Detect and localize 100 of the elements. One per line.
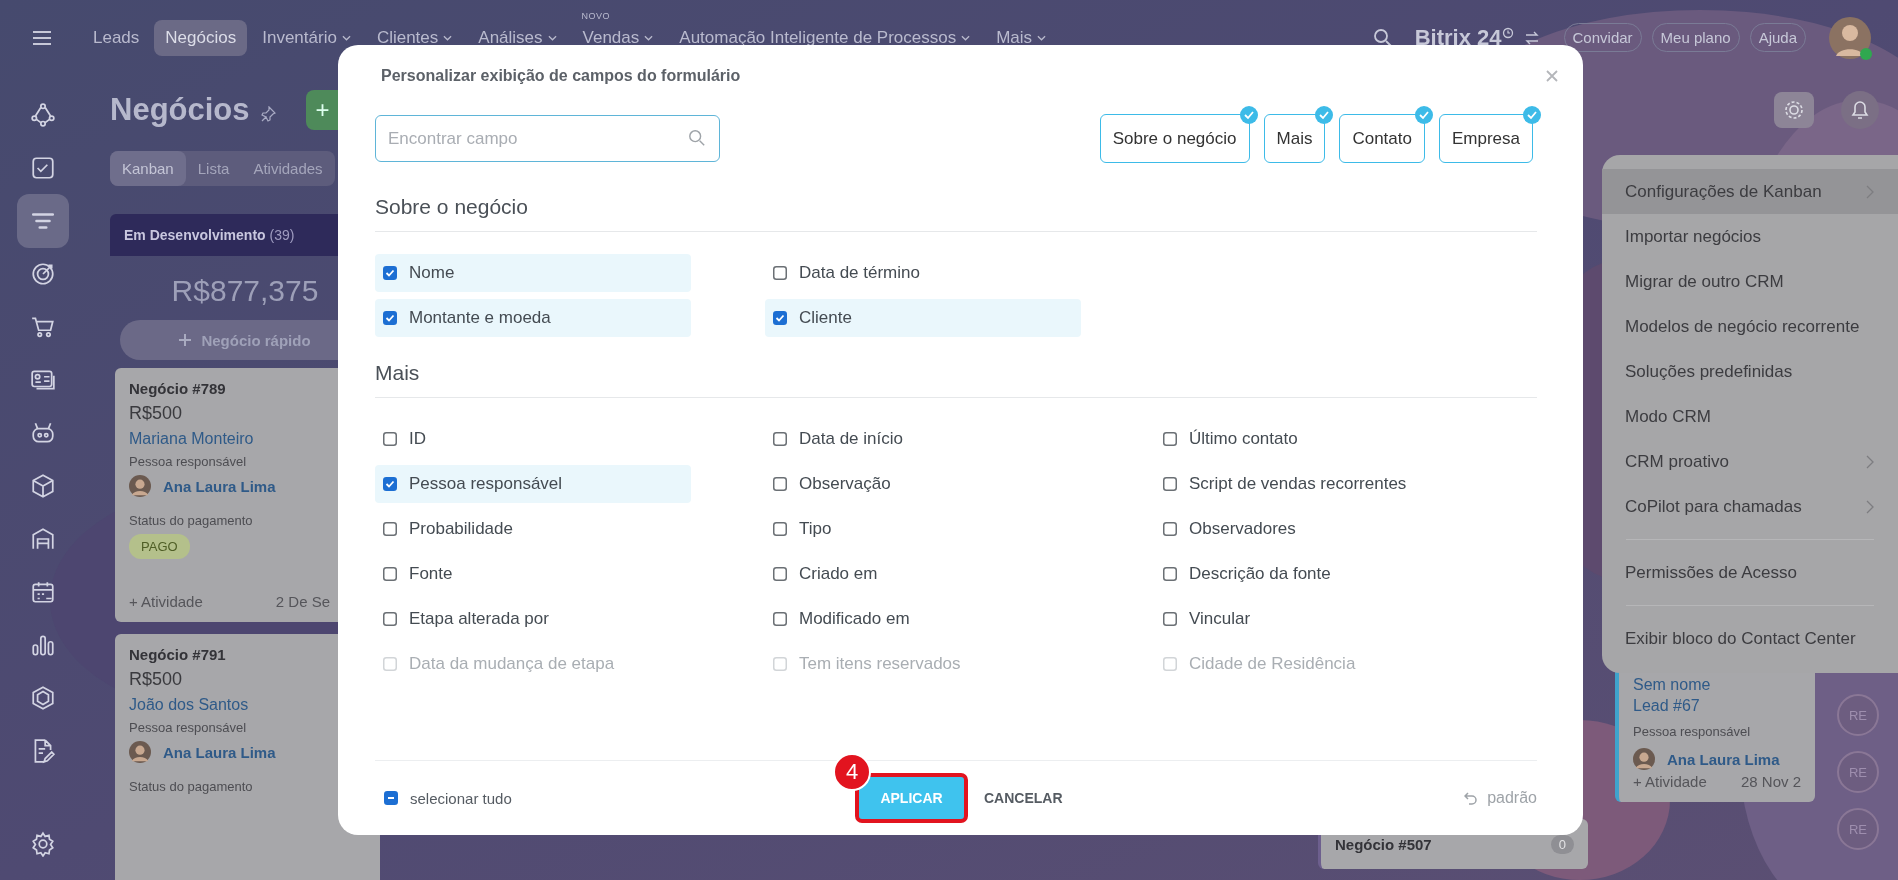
- field-option[interactable]: Data de início: [765, 420, 1081, 458]
- bell-icon[interactable]: [1840, 90, 1880, 130]
- checkbox[interactable]: [1163, 567, 1177, 581]
- person-link[interactable]: Ana Laura Lima: [163, 477, 276, 495]
- nav-item[interactable]: Leads: [82, 19, 151, 56]
- field-option[interactable]: Data de término: [765, 254, 1081, 292]
- add-activity-link[interactable]: + Atividade: [1633, 773, 1707, 790]
- card-icon: [29, 367, 56, 393]
- hexagon-icon: [29, 685, 56, 711]
- plus-icon: [179, 334, 192, 346]
- section-title: Sobre o negócio: [375, 195, 1537, 232]
- menu-item[interactable]: Modelos de negócio recorrente: [1602, 304, 1898, 349]
- menu-item[interactable]: CoPilot para chamadas: [1602, 484, 1898, 529]
- field-option[interactable]: Vincular: [1155, 600, 1471, 638]
- checkbox[interactable]: [773, 612, 787, 626]
- menu-item[interactable]: Modo CRM: [1602, 394, 1898, 439]
- field-option[interactable]: Último contato: [1155, 420, 1471, 458]
- cancel-button[interactable]: CANCELAR: [984, 786, 1063, 810]
- checkbox[interactable]: [773, 311, 787, 325]
- checkbox[interactable]: [383, 311, 397, 325]
- card-date: 28 Nov 2: [1740, 773, 1801, 790]
- lead-link[interactable]: Sem nome: [1633, 676, 1801, 694]
- field-label: Pessoa responsável: [129, 454, 248, 469]
- field-option[interactable]: Modificado em: [765, 600, 1081, 638]
- field-option[interactable]: Cliente: [765, 299, 1081, 337]
- checkbox[interactable]: [773, 567, 787, 581]
- section-chip[interactable]: Empresa: [1438, 114, 1533, 163]
- user-avatar[interactable]: [1828, 15, 1872, 60]
- menu-item[interactable]: Importar negócios: [1602, 214, 1898, 259]
- checkbox[interactable]: [383, 432, 397, 446]
- field-label: Status do pagamento: [129, 513, 254, 528]
- field-label: Pessoa responsável: [1633, 724, 1752, 739]
- checkbox[interactable]: [773, 266, 787, 280]
- sidebar-item[interactable]: [16, 194, 69, 248]
- field-option[interactable]: Criado em: [765, 555, 1081, 593]
- cart-icon: [29, 314, 56, 340]
- checkbox[interactable]: [773, 432, 787, 446]
- step-badge: 4: [833, 753, 871, 791]
- checkbox[interactable]: [383, 612, 397, 626]
- checkbox[interactable]: [1163, 477, 1177, 491]
- checkbox[interactable]: [1163, 522, 1177, 536]
- field-option[interactable]: Script de vendas recorrentes: [1155, 465, 1471, 503]
- nav-item[interactable]: Inventário: [251, 19, 362, 56]
- avatar: [129, 741, 151, 763]
- section-title: Mais: [375, 361, 1537, 398]
- menu-item[interactable]: Configurações de Kanban: [1602, 169, 1898, 214]
- person-link[interactable]: Ana Laura Lima: [163, 743, 276, 761]
- avatar: [129, 475, 151, 497]
- menu-item[interactable]: Soluções predefinidas: [1602, 349, 1898, 394]
- search-field[interactable]: Encontrar campo: [375, 115, 720, 162]
- menu-item[interactable]: CRM proativo: [1602, 439, 1898, 484]
- person-link[interactable]: Ana Laura Lima: [1667, 750, 1780, 768]
- checkbox[interactable]: [383, 522, 397, 536]
- checkbox[interactable]: [384, 791, 398, 805]
- pin-icon[interactable]: [259, 106, 276, 122]
- checkbox[interactable]: [383, 266, 397, 280]
- search-icon: [688, 129, 706, 147]
- checkbox[interactable]: [383, 477, 397, 491]
- view-tab[interactable]: Atividades: [241, 151, 335, 186]
- field-option[interactable]: Descrição da fonte: [1155, 555, 1471, 593]
- checkbox[interactable]: [773, 522, 787, 536]
- view-tab[interactable]: Lista: [185, 151, 242, 186]
- field-option[interactable]: Pessoa responsável: [375, 465, 691, 503]
- field-option[interactable]: Observadores: [1155, 510, 1471, 548]
- page-title: Negócios: [110, 92, 250, 128]
- settings-icon[interactable]: [1774, 92, 1814, 128]
- section-chip[interactable]: Mais: [1263, 114, 1326, 163]
- field-option[interactable]: Nome: [375, 254, 691, 292]
- menu-icon[interactable]: [32, 29, 52, 46]
- checkbox[interactable]: [1163, 612, 1177, 626]
- store-icon: [29, 526, 56, 552]
- section-chip[interactable]: Contato: [1339, 114, 1425, 163]
- dialog-title: Personalizar exibição de campos do formulário: [381, 67, 741, 86]
- calendar-icon: [29, 579, 56, 605]
- add-activity-link[interactable]: + Atividade: [129, 593, 203, 610]
- field-option[interactable]: Tipo: [765, 510, 1081, 548]
- card-title: Negócio #789: [129, 380, 227, 397]
- field-label: Pessoa responsável: [129, 720, 248, 735]
- view-tab[interactable]: Kanban: [110, 151, 186, 186]
- reset-link[interactable]: padrão: [1464, 789, 1537, 807]
- field-option[interactable]: Observação: [765, 465, 1081, 503]
- checkbox[interactable]: [383, 567, 397, 581]
- field-option[interactable]: Montante e moeda: [375, 299, 691, 337]
- clock-icon: [1501, 26, 1514, 39]
- undo-icon: [1464, 791, 1479, 805]
- card-title: Negócio #507: [1335, 835, 1432, 853]
- swap-icon[interactable]: [1523, 30, 1540, 45]
- search-icon[interactable]: [1372, 27, 1393, 48]
- checkbox[interactable]: [773, 477, 787, 491]
- checkbox[interactable]: [1163, 432, 1177, 446]
- nav-item[interactable]: Negócios: [154, 19, 248, 56]
- card-amount: R$500: [129, 403, 184, 424]
- card-title: Negócio #791: [129, 646, 227, 663]
- section-chip[interactable]: Sobre o negócio: [1099, 114, 1250, 163]
- menu-item[interactable]: Migrar de outro CRM: [1602, 259, 1898, 304]
- lead-link[interactable]: Lead #67: [1633, 697, 1801, 715]
- box-icon: [29, 473, 56, 499]
- card-date: 2 De Se: [275, 593, 330, 610]
- column-total: R$877,375: [170, 273, 320, 309]
- menu-item[interactable]: Permissões de Acesso: [1602, 550, 1898, 595]
